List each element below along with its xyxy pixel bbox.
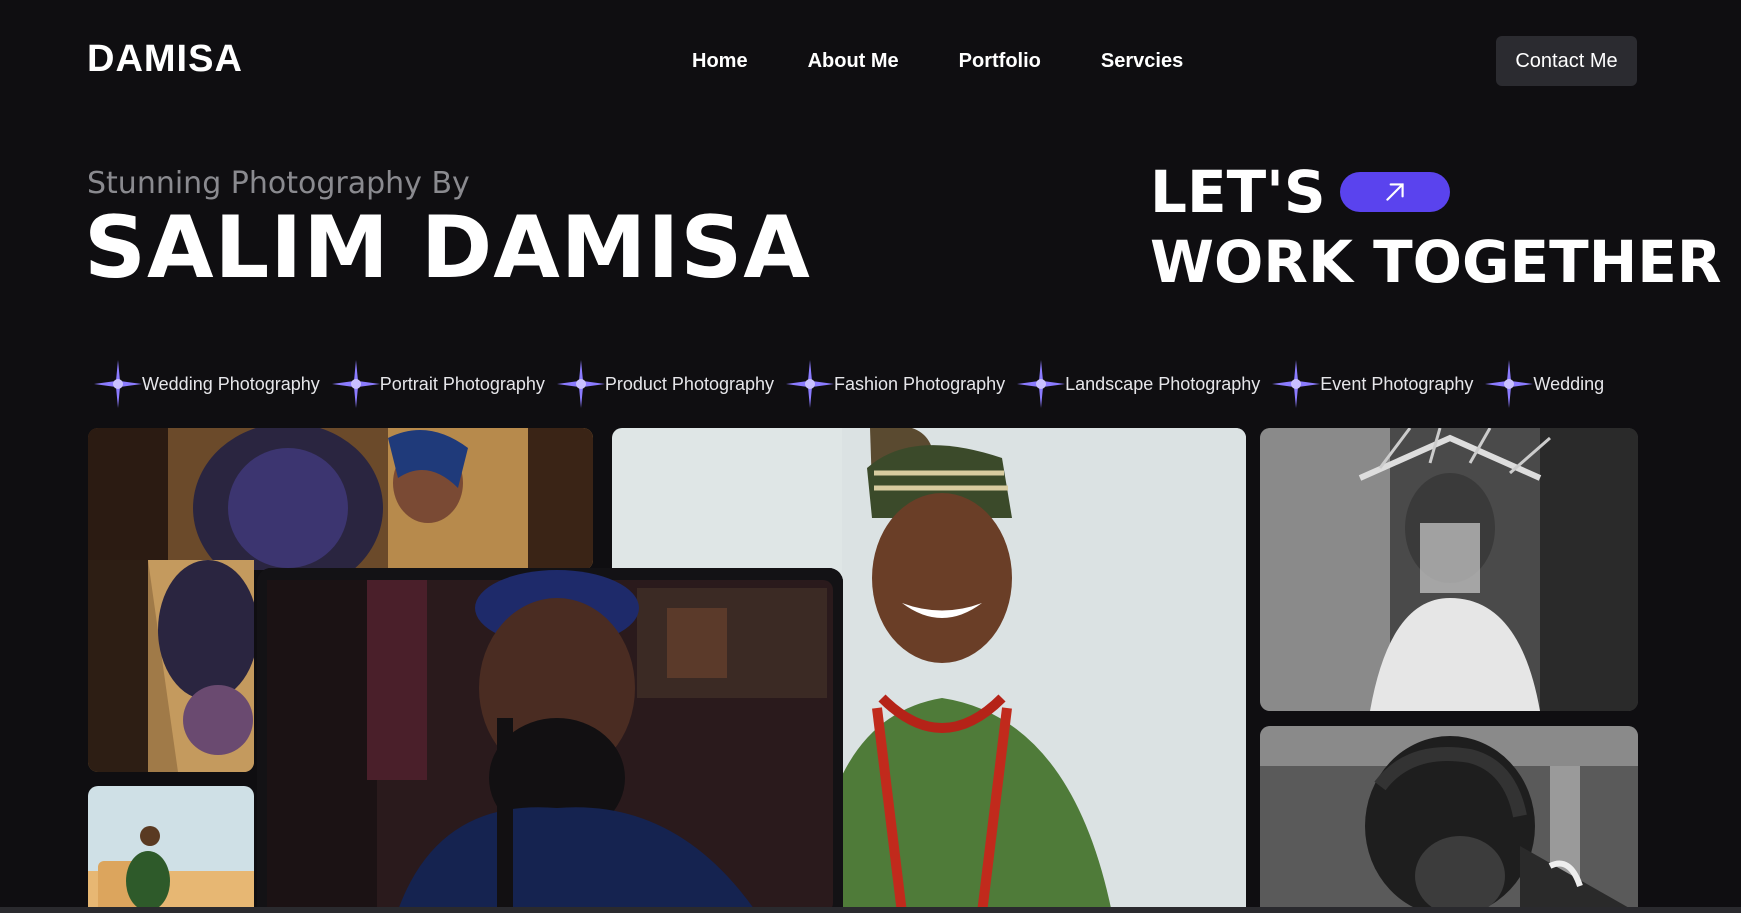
nav-services[interactable]: Servcies [1101,50,1183,73]
nav-portfolio[interactable]: Portfolio [959,50,1041,73]
ticker-label: Product Photography [604,373,775,394]
ticker-label: Landscape Photography [1065,373,1261,394]
sparkle-icon [1272,360,1321,408]
cta-arrow-button[interactable] [1339,172,1450,212]
sparkle-icon [1485,360,1534,408]
ticker-item: Fashion Photography [786,360,1005,408]
main-nav: Home About Me Portfolio Servcies [692,50,1183,73]
ticker-item: Wedding Photography [94,360,320,408]
cta-block: LET'S WORK TOGETHER [1150,163,1722,291]
ticker-item: Portrait Photography [331,360,545,408]
cta-line2: WORK TOGETHER [1150,228,1722,296]
sparkle-icon [331,360,380,408]
ticker-item: Wedding [1485,360,1604,408]
photo-man-blue-cap[interactable] [257,568,843,913]
contact-me-button[interactable]: Contact Me [1496,36,1637,86]
arrow-up-right-icon [1386,183,1404,201]
photo-bride-stairs[interactable] [88,560,254,772]
ticker-item: Event Photography [1272,360,1473,408]
nav-home[interactable]: Home [692,50,748,73]
photo-woman-headdress[interactable] [1260,428,1638,711]
logo[interactable]: DAMISA [87,38,243,81]
sparkle-icon [556,360,605,408]
photo-woman-braids[interactable] [1260,726,1638,913]
hero-subtitle: Stunning Photography By [87,166,470,201]
sparkle-icon [1017,360,1066,408]
sparkle-icon [94,360,142,408]
services-ticker: Wedding Photography Portrait Photography… [94,356,1641,412]
ticker-label: Event Photography [1320,373,1474,394]
nav-about-me[interactable]: About Me [808,50,899,73]
ticker-label: Fashion Photography [834,373,1006,394]
photo-man-green-seated[interactable] [88,786,254,913]
sparkle-icon [786,360,835,408]
ticker-item: Landscape Photography [1017,360,1260,408]
hero-name: SALIM DAMISA [84,198,811,298]
photo-bride-fan[interactable] [88,428,593,570]
cta-line1: LET'S [1150,158,1326,226]
ticker-item: Product Photography [556,360,775,408]
ticker-label: Portrait Photography [379,373,545,394]
ticker-label: Wedding Photography [142,373,320,394]
scrollbar-track[interactable] [0,907,1741,913]
ticker-label: Wedding [1533,373,1605,394]
